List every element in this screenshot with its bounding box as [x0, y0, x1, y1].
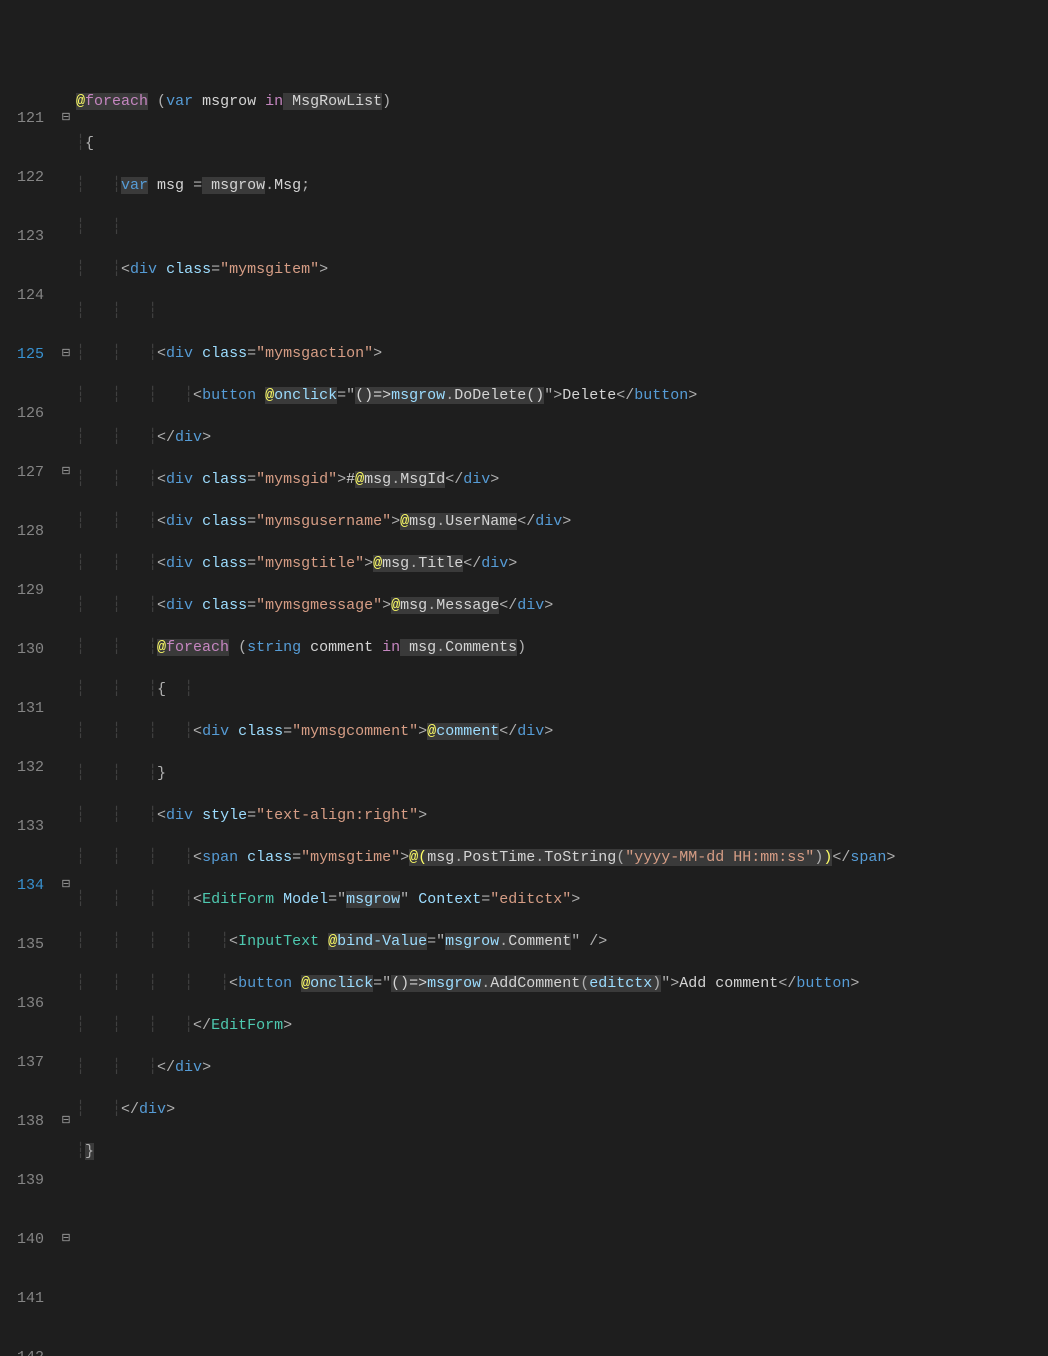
- fold-icon[interactable]: [56, 165, 76, 190]
- line-number: 142: [8, 1345, 44, 1356]
- code-line[interactable]: [76, 1181, 1048, 1206]
- line-number: 140: [8, 1227, 44, 1252]
- code-line[interactable]: ┆ ┆ ┆ <div class="mymsgaction">: [76, 341, 1048, 366]
- code-line[interactable]: ┆ ┆ ┆ <div class="mymsgmessage">@msg.Mes…: [76, 593, 1048, 618]
- fold-icon[interactable]: [56, 1345, 76, 1356]
- fold-icon[interactable]: [56, 1286, 76, 1311]
- line-number: 136: [8, 991, 44, 1016]
- line-number: 129: [8, 578, 44, 603]
- code-line[interactable]: ┆ }: [76, 1139, 1048, 1164]
- code-line[interactable]: ┆ ┆ </div>: [76, 1097, 1048, 1122]
- fold-icon[interactable]: [56, 814, 76, 839]
- code-line[interactable]: ┆ {: [76, 131, 1048, 156]
- code-line[interactable]: ┆ ┆ ┆ ┆ <div class="mymsgcomment">@comme…: [76, 719, 1048, 744]
- code-line[interactable]: ┆ ┆: [76, 215, 1048, 240]
- code-line[interactable]: ┆ ┆ ┆: [76, 299, 1048, 324]
- line-number: 123: [8, 224, 44, 249]
- code-line[interactable]: ┆ ┆ var msg = msgrow.Msg;: [76, 173, 1048, 198]
- fold-icon[interactable]: [56, 283, 76, 308]
- fold-icon[interactable]: [56, 224, 76, 249]
- code-line[interactable]: ┆ ┆ ┆ </div>: [76, 425, 1048, 450]
- line-number: 122: [8, 165, 44, 190]
- fold-icon[interactable]: [56, 637, 76, 662]
- line-number: 128: [8, 519, 44, 544]
- line-number: 134: [8, 873, 44, 898]
- code-line[interactable]: ┆ ┆ ┆ <div class="mymsgtitle">@msg.Title…: [76, 551, 1048, 576]
- code-area[interactable]: @foreach (var msgrow in MsgRowList) ┆ { …: [76, 68, 1048, 746]
- code-line[interactable]: ┆ ┆ ┆ ┆ <span class="mymsgtime">@(msg.Po…: [76, 845, 1048, 870]
- code-line[interactable]: ┆ ┆ ┆ ┆ <EditForm Model="msgrow" Context…: [76, 887, 1048, 912]
- code-line[interactable]: ┆ ┆ ┆ @foreach (string comment in msg.Co…: [76, 635, 1048, 660]
- fold-icon[interactable]: [56, 578, 76, 603]
- code-line[interactable]: ┆ ┆ ┆ ┆ </EditForm>: [76, 1013, 1048, 1038]
- line-number: 137: [8, 1050, 44, 1075]
- fold-icon[interactable]: ⊟: [56, 460, 76, 485]
- fold-icon[interactable]: ⊟: [56, 1227, 76, 1252]
- line-number: 139: [8, 1168, 44, 1193]
- fold-column: ⊟ ⊟ ⊟ ⊟ ⊟ ⊟: [56, 68, 76, 746]
- line-number-gutter: 121 122 123 124 125 126 127 128 129 130 …: [0, 68, 56, 746]
- code-line[interactable]: ┆ ┆ ┆ ┆ <button @onclick="()=>msgrow.DoD…: [76, 383, 1048, 408]
- line-number: 121: [8, 106, 44, 131]
- fold-icon[interactable]: ⊟: [56, 1109, 76, 1134]
- code-line[interactable]: ┆ ┆ ┆ ┆ ┆ <InputText @bind-Value="msgrow…: [76, 929, 1048, 954]
- fold-icon[interactable]: [56, 991, 76, 1016]
- line-number: 130: [8, 637, 44, 662]
- fold-icon[interactable]: [56, 755, 76, 780]
- code-line[interactable]: ┆ ┆ ┆ </div>: [76, 1055, 1048, 1080]
- line-number: 133: [8, 814, 44, 839]
- fold-icon[interactable]: [56, 696, 76, 721]
- line-number: 131: [8, 696, 44, 721]
- code-editor[interactable]: 121 122 123 124 125 126 127 128 129 130 …: [0, 68, 1048, 746]
- line-number: 141: [8, 1286, 44, 1311]
- line-number: 135: [8, 932, 44, 957]
- code-line[interactable]: ┆ ┆ ┆ <div style="text-align:right">: [76, 803, 1048, 828]
- code-line[interactable]: ┆ ┆ ┆ ┆ {: [76, 677, 1048, 702]
- line-number: 126: [8, 401, 44, 426]
- fold-icon[interactable]: ⊟: [56, 106, 76, 131]
- line-number: 127: [8, 460, 44, 485]
- line-number: 124: [8, 283, 44, 308]
- line-number: 132: [8, 755, 44, 780]
- line-number: 125: [8, 342, 44, 367]
- code-line[interactable]: ┆ ┆ ┆ <div class="mymsgusername">@msg.Us…: [76, 509, 1048, 534]
- fold-icon[interactable]: [56, 1050, 76, 1075]
- fold-icon[interactable]: [56, 401, 76, 426]
- code-line[interactable]: ┆ ┆ ┆ }: [76, 761, 1048, 786]
- code-line[interactable]: ┆ ┆ ┆ ┆ ┆ <button @onclick="()=>msgrow.A…: [76, 971, 1048, 996]
- code-line[interactable]: ┆ ┆ <div class="mymsgitem">: [76, 257, 1048, 282]
- code-line[interactable]: ┆ ┆ ┆ <div class="mymsgid">#@msg.MsgId</…: [76, 467, 1048, 492]
- fold-icon[interactable]: ⊟: [56, 342, 76, 367]
- fold-icon[interactable]: [56, 932, 76, 957]
- code-line[interactable]: @foreach (var msgrow in MsgRowList): [76, 89, 1048, 114]
- line-number: 138: [8, 1109, 44, 1134]
- fold-icon[interactable]: ⊟: [56, 873, 76, 898]
- fold-icon[interactable]: [56, 519, 76, 544]
- fold-icon[interactable]: [56, 1168, 76, 1193]
